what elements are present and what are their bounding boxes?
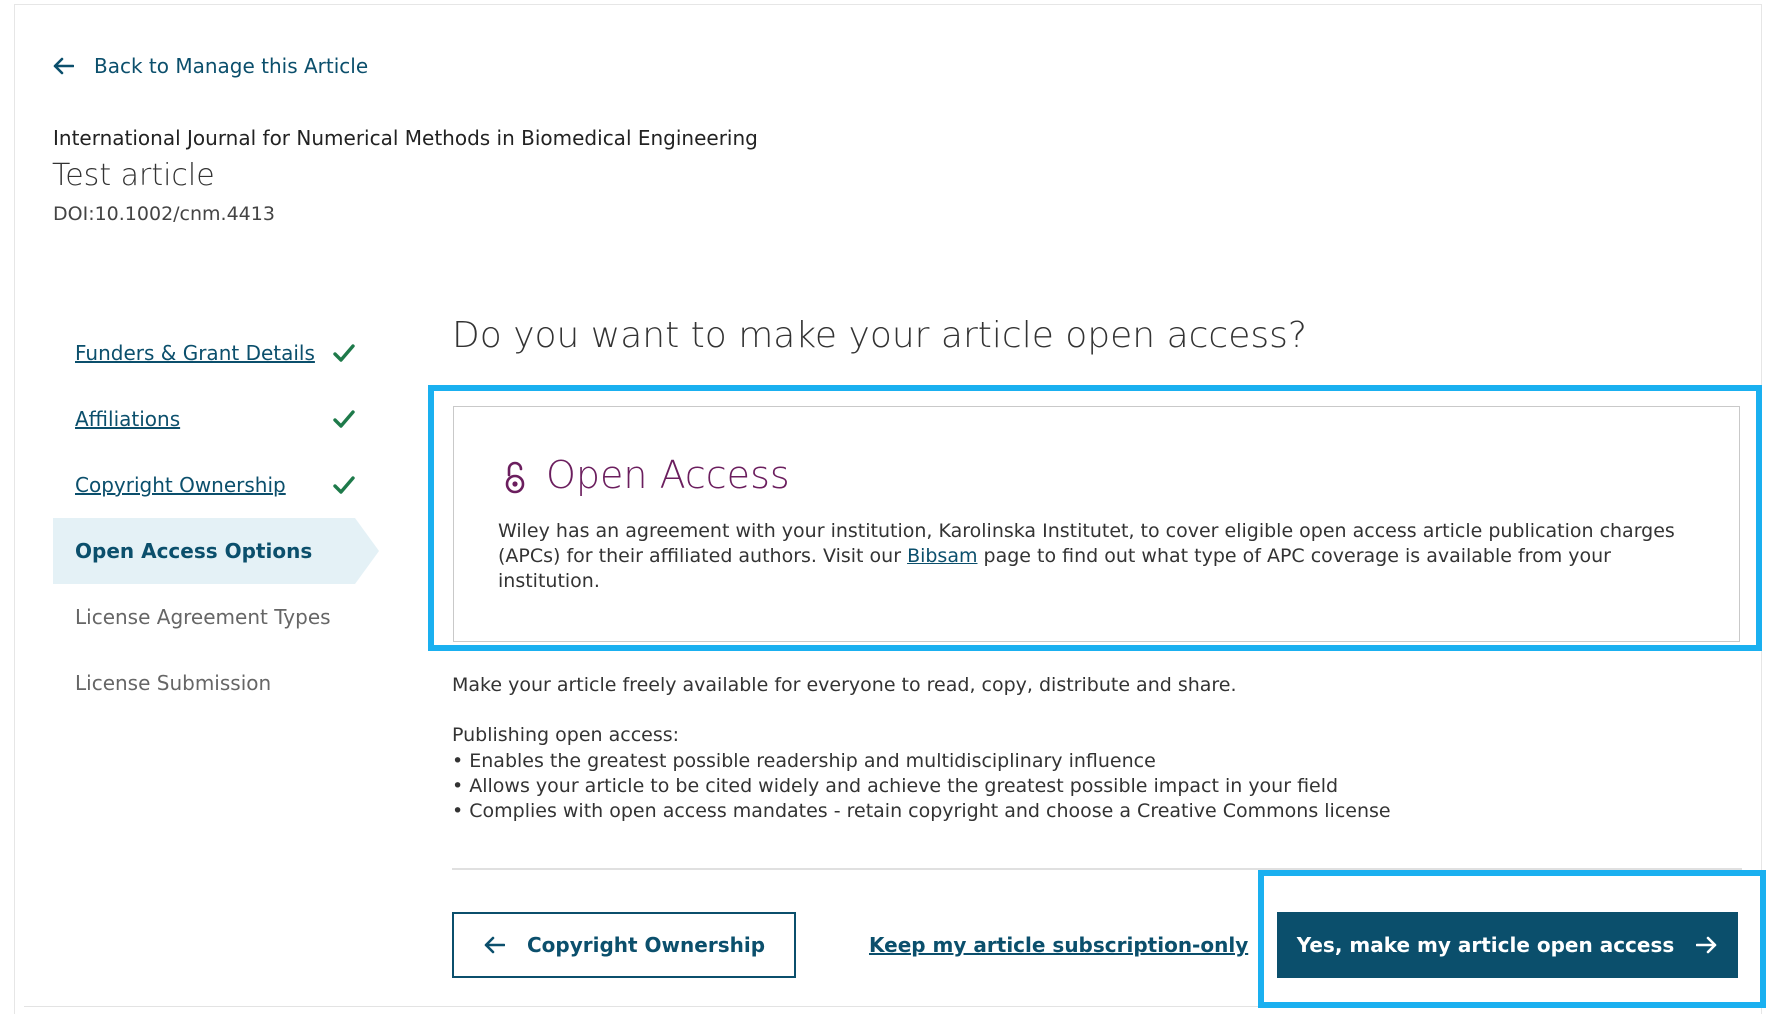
back-button-label: Copyright Ownership <box>526 933 766 957</box>
step-copyright-link[interactable]: Copyright Ownership <box>75 473 286 497</box>
step-open-access-options: Open Access Options <box>53 518 379 584</box>
step-open-access-label: Open Access Options <box>75 539 313 563</box>
check-icon <box>333 410 355 428</box>
check-icon <box>333 344 355 362</box>
arrow-right-icon <box>1696 936 1717 954</box>
journal-name: International Journal for Numerical Meth… <box>53 126 758 150</box>
step-license-agreement-types: License Agreement Types <box>53 584 379 650</box>
bibsam-link[interactable]: Bibsam <box>907 545 977 567</box>
benefits-list: Enables the greatest possible readership… <box>452 749 1391 824</box>
step-affiliations: Affiliations <box>53 386 379 452</box>
step-copyright: Copyright Ownership <box>53 452 379 518</box>
open-access-intro: Make your article freely available for e… <box>452 674 1237 696</box>
step-funders-link[interactable]: Funders & Grant Details <box>75 341 315 365</box>
back-link-label: Back to Manage this Article <box>94 54 369 78</box>
article-doi: DOI:10.1002/cnm.4413 <box>53 203 275 225</box>
publishing-label: Publishing open access: <box>452 724 680 746</box>
open-lock-icon <box>505 461 525 494</box>
arrow-left-icon <box>53 57 74 75</box>
page-question: Do you want to make your article open ac… <box>452 315 1307 356</box>
list-item: Enables the greatest possible readership… <box>452 749 1391 774</box>
article-title: Test article <box>52 158 215 193</box>
list-item: Allows your article to be cited widely a… <box>452 774 1391 799</box>
back-to-manage-link[interactable]: Back to Manage this Article <box>52 54 368 78</box>
copyright-ownership-back-button[interactable]: Copyright Ownership <box>452 912 796 978</box>
arrow-left-icon <box>484 936 505 954</box>
open-access-card: Open Access Wiley has an agreement with … <box>453 406 1740 642</box>
step-funders: Funders & Grant Details <box>53 320 379 386</box>
make-open-access-button[interactable]: Yes, make my article open access <box>1277 912 1738 978</box>
check-icon <box>333 476 355 494</box>
open-access-title: Open Access <box>546 453 790 497</box>
step-license-types-label: License Agreement Types <box>75 605 331 629</box>
keep-subscription-link[interactable]: Keep my article subscription-only <box>869 933 1248 957</box>
yes-button-label: Yes, make my article open access <box>1296 933 1675 957</box>
step-affiliations-link[interactable]: Affiliations <box>75 407 180 431</box>
progress-steps: Funders & Grant Details Affiliations Cop… <box>53 320 379 716</box>
list-item: Complies with open access mandates - ret… <box>452 799 1390 824</box>
step-license-submission: License Submission <box>53 650 379 716</box>
open-access-header: Open Access <box>504 453 790 497</box>
step-license-submission-label: License Submission <box>75 671 272 695</box>
open-access-description: Wiley has an agreement with your institu… <box>498 519 1713 594</box>
